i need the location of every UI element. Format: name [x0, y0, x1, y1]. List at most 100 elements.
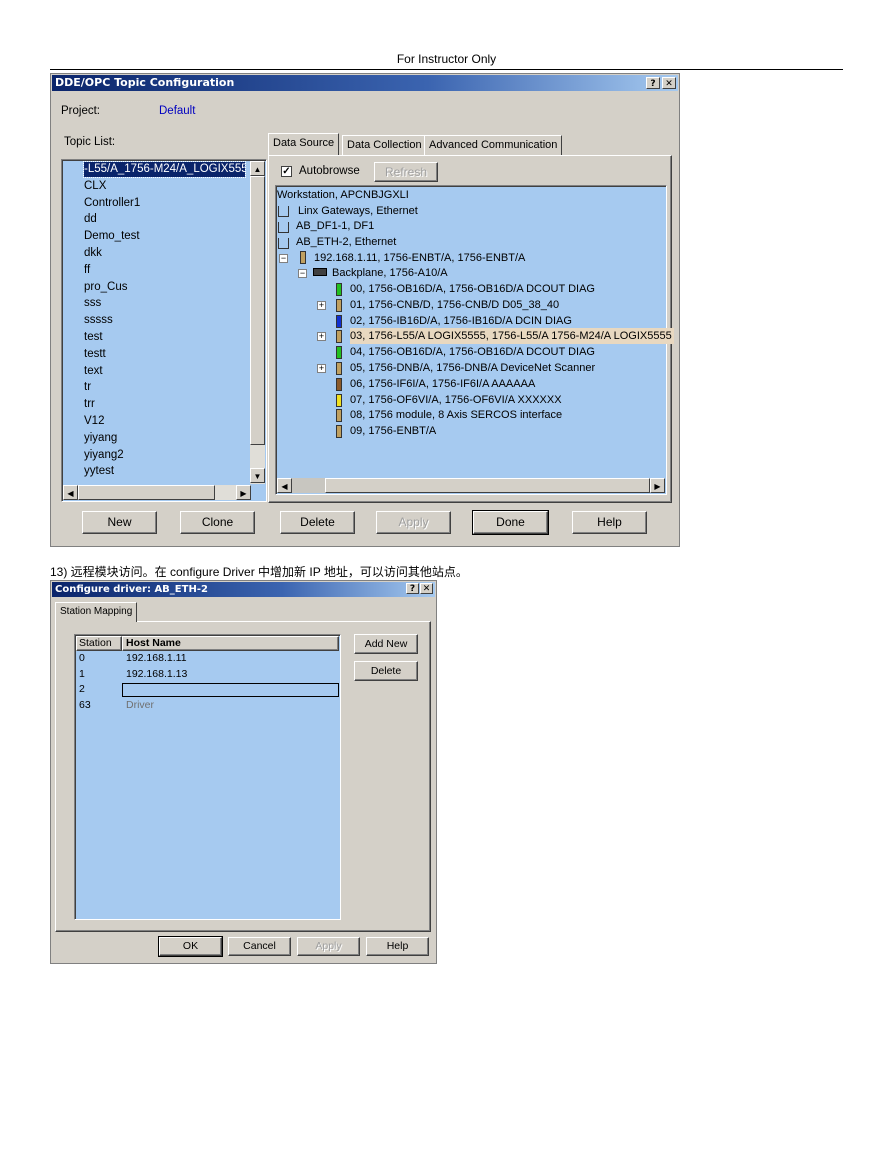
apply-button[interactable]: Apply: [376, 511, 451, 534]
tree-hscroll[interactable]: ◀ ▶: [277, 478, 665, 493]
topic-list-item[interactable]: Controller1: [84, 195, 140, 212]
topic-list-item[interactable]: test: [84, 329, 103, 346]
tree-node-ip[interactable]: 192.168.1.11, 1756-ENBT/A, 1756-ENBT/A: [314, 250, 525, 266]
tree-node-slot[interactable]: 06, 1756-IF6I/A, 1756-IF6I/A AAAAAA: [350, 376, 535, 392]
topic-list-item[interactable]: pro_Cus: [84, 279, 127, 296]
tree-node-workstation[interactable]: Workstation, APCNBJGXLI: [277, 187, 409, 203]
tree-node-slot[interactable]: 08, 1756 module, 8 Axis SERCOS interface: [350, 407, 562, 423]
help-title-button[interactable]: ?: [646, 77, 660, 89]
caption: 13) 远程模块访问。在 configure Driver 中增加新 IP 地址…: [50, 565, 468, 579]
topic-list-item[interactable]: Demo_test: [84, 228, 140, 245]
scroll-down-arrow-icon[interactable]: ▼: [250, 468, 265, 483]
tree-node-ab-df1[interactable]: AB_DF1-1, DF1: [296, 218, 374, 234]
station-grid[interactable]: Station Host Name 0 192.168.1.11 1 192.168.…: [74, 634, 341, 920]
done-button[interactable]: Done: [472, 510, 549, 535]
tree-node-ab-eth[interactable]: AB_ETH-2, Ethernet: [296, 234, 396, 250]
tree-node-slot[interactable]: 05, 1756-DNB/A, 1756-DNB/A DeviceNet Sca…: [350, 360, 595, 376]
browse-tree[interactable]: Workstation, APCNBJGXLI Linx Gateways, E…: [275, 185, 674, 495]
tab-advanced-communication[interactable]: Advanced Communication: [424, 135, 563, 155]
host-name-cell[interactable]: 192.168.1.13: [126, 668, 187, 680]
cancel-button[interactable]: Cancel: [228, 937, 291, 956]
help-title-button[interactable]: ?: [406, 583, 419, 594]
scroll-thumb[interactable]: [78, 485, 215, 500]
station-cell[interactable]: 0: [79, 652, 85, 664]
add-new-button[interactable]: Add New: [354, 634, 418, 654]
topic-list-hscroll[interactable]: ◀ ▶: [63, 485, 251, 500]
expand-icon[interactable]: +: [317, 300, 326, 310]
dde-title: DDE/OPC Topic Configuration: [55, 76, 235, 89]
topic-list-item[interactable]: trr: [84, 396, 95, 413]
network-icon: [278, 206, 289, 217]
tree-node-slot[interactable]: 00, 1756-OB16D/A, 1756-OB16D/A DCOUT DIA…: [350, 281, 595, 297]
close-icon[interactable]: ✕: [420, 583, 433, 594]
help-button[interactable]: Help: [572, 511, 647, 534]
apply-button[interactable]: Apply: [297, 937, 360, 956]
topic-list-item[interactable]: CLX: [84, 178, 106, 195]
expand-icon[interactable]: +: [317, 332, 326, 342]
scroll-left-arrow-icon[interactable]: ◀: [63, 485, 78, 500]
tree-node-backplane[interactable]: Backplane, 1756-A10/A: [332, 265, 448, 281]
topic-list-item[interactable]: yiyang2: [84, 447, 124, 464]
ok-button[interactable]: OK: [158, 936, 223, 957]
module-icon: [336, 425, 342, 439]
topic-list-item[interactable]: testt: [84, 346, 106, 363]
refresh-button[interactable]: Refresh: [374, 162, 438, 182]
scroll-thumb[interactable]: [325, 478, 650, 493]
scroll-up-arrow-icon[interactable]: ▲: [250, 161, 265, 176]
tree-node-linx-gateways[interactable]: Linx Gateways, Ethernet: [298, 203, 418, 219]
topic-list-item[interactable]: V12: [84, 413, 104, 430]
new-button[interactable]: New: [82, 511, 157, 534]
host-name-cell[interactable]: Driver: [126, 699, 154, 711]
tab-data-source[interactable]: Data Source: [268, 133, 340, 155]
station-cell[interactable]: 2: [79, 683, 85, 695]
help-button[interactable]: Help: [366, 937, 429, 956]
delete-button[interactable]: Delete: [280, 511, 355, 534]
clone-button[interactable]: Clone: [180, 511, 255, 534]
tab-station-mapping[interactable]: Station Mapping: [55, 602, 138, 622]
configure-driver-window: Configure driver: AB_ETH-2 ? ✕ Station M…: [50, 580, 437, 964]
host-name-input[interactable]: [122, 683, 339, 698]
tab-data-collection[interactable]: Data Collection: [342, 135, 427, 155]
host-name-cell[interactable]: 192.168.1.11: [126, 652, 187, 664]
station-cell[interactable]: 63: [79, 699, 91, 711]
tree-node-slot[interactable]: 03, 1756-L55/A LOGIX5555, 1756-L55/A 175…: [350, 328, 674, 345]
tree-node-slot[interactable]: 04, 1756-OB16D/A, 1756-OB16D/A DCOUT DIA…: [350, 344, 595, 360]
module-icon: [336, 393, 342, 407]
project-value: Default: [159, 105, 196, 117]
scroll-left-arrow-icon[interactable]: ◀: [277, 478, 292, 493]
topic-list-item[interactable]: dkk: [84, 245, 102, 262]
topic-list-item[interactable]: sss: [84, 295, 101, 312]
scroll-right-arrow-icon[interactable]: ▶: [236, 485, 251, 500]
network-icon: [278, 222, 289, 233]
scroll-right-arrow-icon[interactable]: ▶: [650, 478, 665, 493]
tree-node-slot[interactable]: 02, 1756-IB16D/A, 1756-IB16D/A DCIN DIAG: [350, 313, 572, 329]
topic-list-item[interactable]: ff: [84, 262, 90, 279]
autobrowse-checkbox[interactable]: ✓: [281, 166, 292, 177]
delete-button[interactable]: Delete: [354, 661, 418, 681]
topic-list[interactable]: -L55/A_1756-M24/A_LOGIX5555 CLX Controller…: [61, 159, 267, 502]
driver-titlebar: Configure driver: AB_ETH-2 ? ✕: [52, 582, 435, 597]
topic-list-item[interactable]: -L55/A_1756-M24/A_LOGIX5555: [83, 161, 246, 178]
collapse-icon[interactable]: −: [279, 254, 288, 263]
topic-list-item[interactable]: tr: [84, 379, 91, 396]
topic-list-item[interactable]: text: [84, 363, 103, 380]
topic-list-vscroll[interactable]: ▲ ▼: [250, 161, 265, 484]
tree-node-slot[interactable]: 09, 1756-ENBT/A: [350, 423, 436, 439]
driver-title: Configure driver: AB_ETH-2: [55, 584, 208, 595]
topic-list-item[interactable]: dd: [84, 211, 97, 228]
topic-list-item[interactable]: yiyang: [84, 430, 117, 447]
tree-node-slot[interactable]: 07, 1756-OF6VI/A, 1756-OF6VI/A XXXXXX: [350, 392, 562, 408]
tab-strip: Data Source Data Collection Advanced Com…: [268, 133, 672, 155]
close-icon[interactable]: ✕: [662, 77, 676, 89]
expand-icon[interactable]: +: [317, 364, 326, 373]
topic-list-item[interactable]: sssss: [84, 312, 113, 329]
scroll-thumb[interactable]: [250, 176, 265, 445]
topic-list-item[interactable]: yytest: [84, 463, 114, 480]
module-icon: [336, 330, 342, 344]
scroll-track[interactable]: [292, 478, 325, 493]
dde-titlebar: DDE/OPC Topic Configuration ? ✕: [52, 75, 678, 91]
station-cell[interactable]: 1: [79, 668, 85, 680]
tree-node-slot[interactable]: 01, 1756-CNB/D, 1756-CNB/D D05_38_40: [350, 297, 559, 313]
module-icon: [336, 298, 342, 312]
collapse-icon[interactable]: −: [298, 269, 307, 278]
